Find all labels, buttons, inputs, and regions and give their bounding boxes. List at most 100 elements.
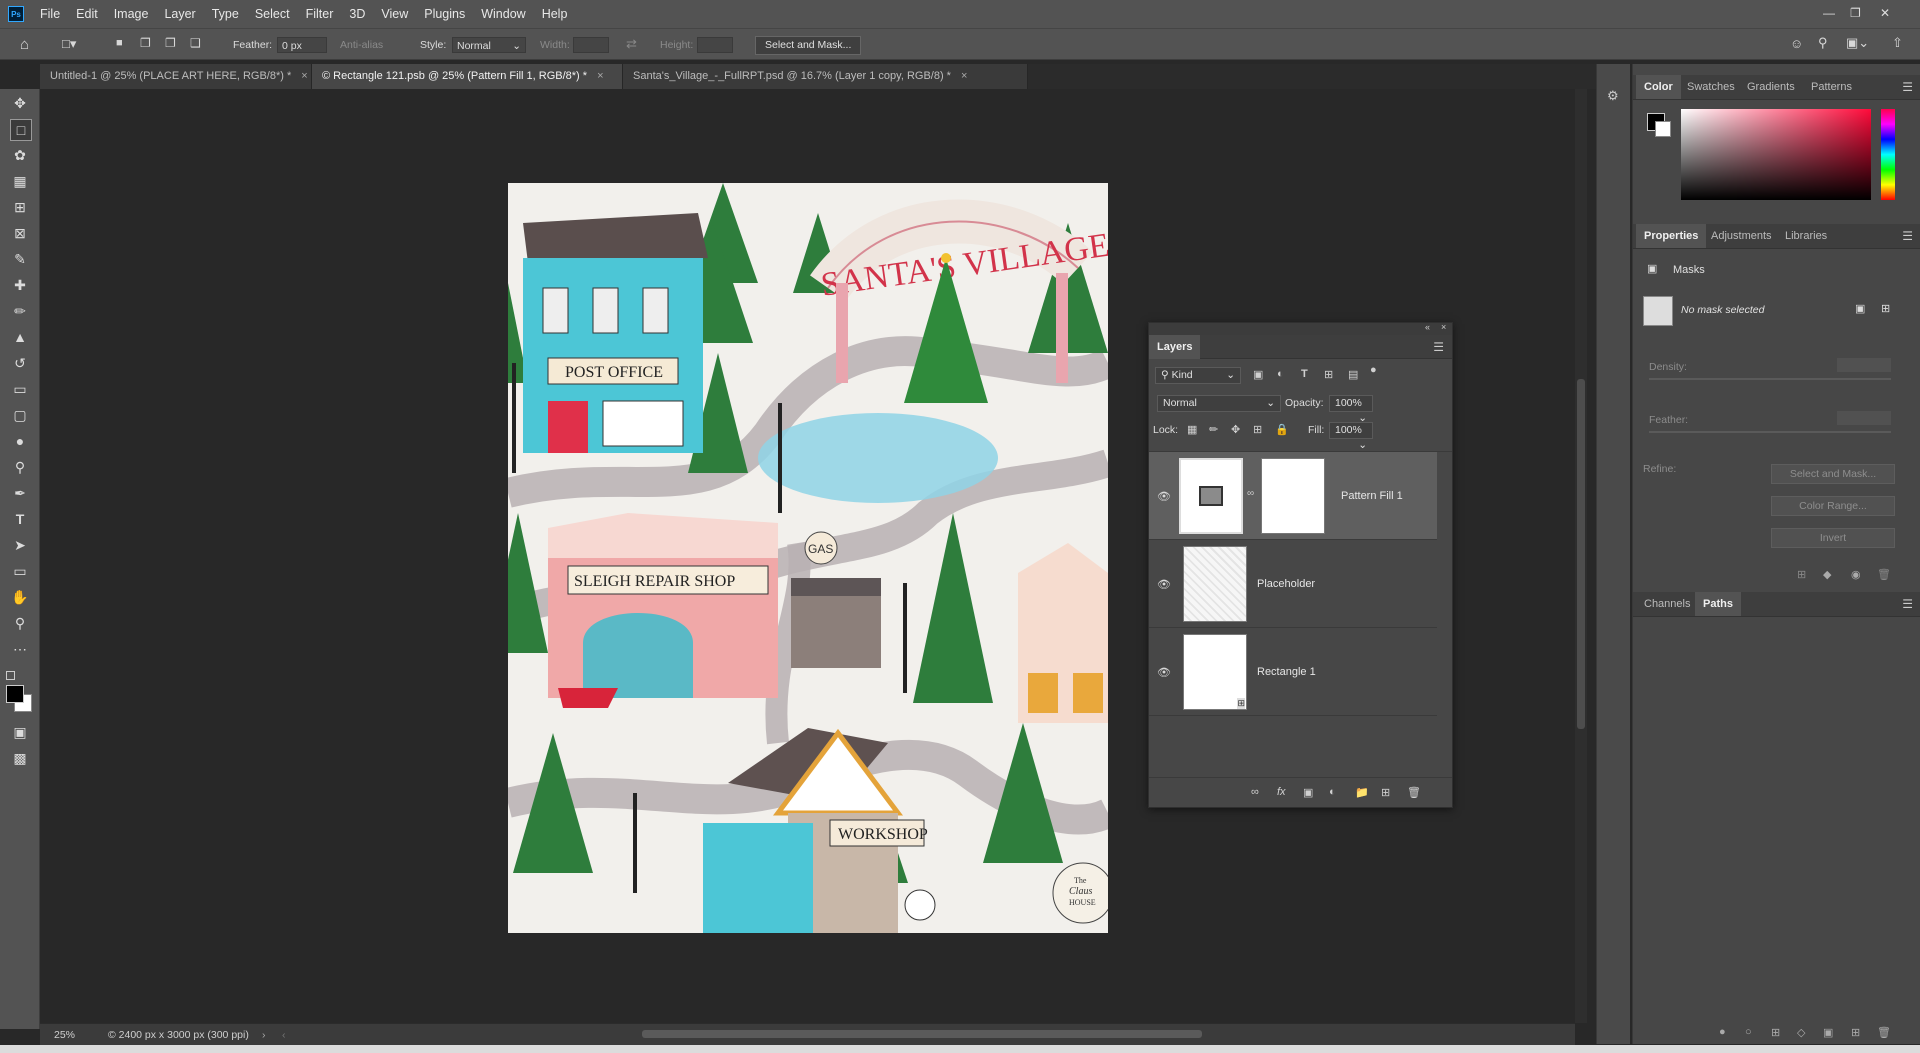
pen-tool-icon[interactable]: ✒ (10, 483, 30, 503)
close-icon[interactable]: × (961, 70, 967, 82)
panel-menu-icon[interactable]: ☰ (1902, 597, 1913, 611)
invert-button[interactable]: Invert (1771, 528, 1895, 548)
menu-select[interactable]: Select (247, 7, 298, 21)
zoom-tool-icon[interactable]: ⚲ (10, 613, 30, 633)
adjustment-filter-icon[interactable]: ◐ (1277, 368, 1284, 380)
move-tool-icon[interactable]: ✥ (10, 93, 30, 113)
path-selection-tool-icon[interactable]: ➤ (10, 535, 30, 555)
feather-prop-input[interactable] (1837, 411, 1891, 425)
layer-mask-thumbnail[interactable] (1261, 458, 1325, 534)
visibility-icon[interactable]: ◉ (1851, 568, 1861, 581)
object-selection-tool-icon[interactable]: ▦ (10, 171, 30, 191)
minimize-icon[interactable]: — (1823, 6, 1835, 20)
subtract-selection-icon[interactable]: ❐ (165, 36, 176, 50)
feather-input[interactable]: 0 px (277, 37, 327, 53)
shape-filter-icon[interactable]: ⊞ (1324, 368, 1333, 381)
antialias-checkbox[interactable]: Anti-alias (340, 39, 383, 51)
pixel-filter-icon[interactable]: ▣ (1253, 368, 1263, 381)
tab-rectangle-121[interactable]: © Rectangle 121.psb @ 25% (Pattern Fill … (312, 64, 623, 89)
menu-filter[interactable]: Filter (298, 7, 342, 21)
workspace-icon[interactable]: ▣⌄ (1846, 35, 1869, 51)
home-icon[interactable]: ⌂ (20, 36, 29, 53)
tab-channels[interactable]: Channels (1636, 592, 1698, 616)
color-range-button[interactable]: Color Range... (1771, 496, 1895, 516)
color-field[interactable] (1681, 109, 1871, 200)
eye-icon[interactable]: 👁 (1157, 490, 1171, 503)
menu-3d[interactable]: 3D (341, 7, 373, 21)
placeholder-thumbnail[interactable] (1183, 546, 1247, 622)
rectangle-thumbnail[interactable]: ⊞ (1183, 634, 1247, 710)
blend-mode-select[interactable]: Normal ⌄ (1157, 395, 1281, 412)
crop-tool-icon[interactable]: ⊞ (10, 197, 30, 217)
type-filter-icon[interactable]: T (1301, 368, 1308, 380)
link-icon[interactable]: ∞ (1247, 488, 1254, 499)
frame-tool-icon[interactable]: ⊠ (10, 223, 30, 243)
marquee-preset-icon[interactable]: □▾ (62, 36, 76, 52)
add-selection-icon[interactable]: ❐ (140, 36, 151, 50)
density-slider[interactable] (1649, 378, 1891, 380)
layer-row-rectangle-1[interactable]: 👁 ⊞ Rectangle 1 (1149, 628, 1437, 716)
opacity-input[interactable]: 100% ⌄ (1329, 395, 1373, 424)
menu-image[interactable]: Image (106, 7, 157, 21)
lock-position-icon[interactable]: ✥ (1231, 423, 1240, 436)
layer-name[interactable]: Rectangle 1 (1257, 666, 1316, 678)
select-and-mask-button[interactable]: Select and Mask... (755, 36, 862, 55)
layer-row-pattern-fill-1[interactable]: 👁 ∞ Pattern Fill 1 (1149, 452, 1437, 540)
vertical-scrollbar[interactable] (1575, 89, 1587, 1023)
dodge-tool-icon[interactable]: ⚲ (10, 457, 30, 477)
scroll-left-icon[interactable]: ‹ (282, 1024, 286, 1046)
zoom-level[interactable]: 25% (54, 1024, 75, 1046)
tab-properties[interactable]: Properties (1636, 224, 1707, 248)
delete-mask-icon[interactable]: 🗑 (1877, 568, 1891, 581)
tab-patterns[interactable]: Patterns (1803, 75, 1860, 99)
info-chevron-icon[interactable]: › (262, 1024, 266, 1046)
filter-toggle-icon[interactable]: ● (1370, 364, 1377, 376)
panel-menu-icon[interactable]: ☰ (1902, 80, 1913, 94)
scrollbar-thumb[interactable] (1577, 379, 1585, 729)
close-icon[interactable]: × (301, 70, 307, 82)
screen-mode-icon[interactable]: ▩ (10, 748, 30, 768)
add-vector-mask-icon[interactable]: ⊞ (1881, 302, 1890, 315)
share-icon[interactable]: ⇧ (1892, 35, 1903, 51)
tab-layers[interactable]: Layers (1149, 335, 1201, 359)
layer-name[interactable]: Pattern Fill 1 (1341, 490, 1403, 502)
clone-stamp-tool-icon[interactable]: ▲ (10, 327, 30, 347)
new-group-icon[interactable]: 📁 (1355, 786, 1369, 799)
pattern-thumbnail[interactable] (1179, 458, 1243, 534)
fill-input[interactable]: 100% ⌄ (1329, 422, 1373, 451)
menu-window[interactable]: Window (473, 7, 533, 21)
swap-dimensions-icon[interactable]: ⇄ (626, 36, 637, 52)
style-select[interactable]: Normal ⌄ (452, 37, 526, 53)
eraser-tool-icon[interactable]: ▭ (10, 379, 30, 399)
tab-santas-village[interactable]: Santa's_Village_-_FullRPT.psd @ 16.7% (L… (623, 64, 1028, 89)
history-panel-icon[interactable]: ⚙ (1607, 88, 1619, 104)
layers-panel-titlebar[interactable]: « × (1149, 322, 1452, 335)
restore-icon[interactable]: ❐ (1850, 6, 1861, 20)
tab-paths[interactable]: Paths (1695, 592, 1741, 616)
rectangular-marquee-tool-icon[interactable]: □ (10, 119, 32, 141)
menu-file[interactable]: File (32, 7, 68, 21)
new-layer-icon[interactable]: ⊞ (1381, 786, 1390, 799)
apply-mask-icon[interactable]: ◆ (1823, 568, 1831, 581)
load-selection-icon[interactable]: ⊞ (1797, 568, 1806, 581)
tab-swatches[interactable]: Swatches (1679, 75, 1743, 99)
rectangle-tool-icon[interactable]: ▭ (10, 561, 30, 581)
eye-icon[interactable]: 👁 (1157, 578, 1171, 591)
menu-view[interactable]: View (373, 7, 416, 21)
eyedropper-tool-icon[interactable]: ✎ (10, 249, 30, 269)
link-layers-icon[interactable]: ∞ (1251, 786, 1259, 798)
foreground-color-swatch[interactable] (6, 685, 24, 703)
delete-path-icon[interactable]: 🗑 (1877, 1026, 1891, 1039)
smart-object-filter-icon[interactable]: ▤ (1348, 368, 1358, 381)
load-path-selection-icon[interactable]: ⊞ (1771, 1026, 1780, 1039)
width-input[interactable] (573, 37, 609, 53)
panel-menu-icon[interactable]: ☰ (1433, 340, 1444, 354)
tab-untitled-1[interactable]: Untitled-1 @ 25% (PLACE ART HERE, RGB/8*… (40, 64, 312, 89)
add-layer-mask-icon[interactable]: ▣ (1303, 786, 1313, 799)
new-path-icon[interactable]: ⊞ (1851, 1026, 1860, 1039)
panel-menu-icon[interactable]: ☰ (1902, 229, 1913, 243)
share-user-icon[interactable]: ☺ (1790, 36, 1803, 51)
close-window-icon[interactable]: ✕ (1880, 6, 1890, 20)
layer-filter-select[interactable]: ⚲ Kind ⌄ (1155, 367, 1241, 384)
layer-row-placeholder[interactable]: 👁 Placeholder (1149, 540, 1437, 628)
